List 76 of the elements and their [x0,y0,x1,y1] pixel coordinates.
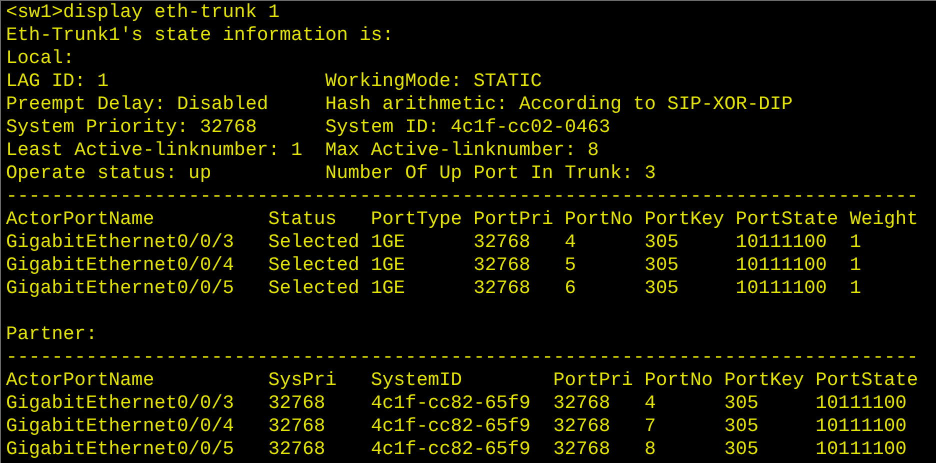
table-cell: 32768 [268,415,326,437]
table-cell: 32768 [553,415,610,437]
table-cell: 4 [564,231,576,253]
column-header: PortPri [473,208,554,230]
info-field: Least Active-linknumber: 1 [6,139,302,161]
info-field: System Priority: 32768 [6,116,257,138]
table-cell: Selected [268,231,360,253]
column-header: PortKey [644,208,724,230]
column-header: ActorPortName [6,369,154,391]
table-cell: 10111100 [815,415,907,437]
table-cell: 305 [644,254,679,276]
table-cell: Selected [268,277,360,299]
column-header: Status [268,208,337,230]
info-field: LAG ID: 1 [6,70,109,92]
section-label: Local: [6,47,74,69]
table-cell: 305 [724,392,758,414]
table-cell: 305 [644,277,679,299]
table-cell: GigabitEthernet0/0/3 [6,392,234,414]
table-cell: 10111100 [736,254,827,276]
table-cell: 32768 [268,392,326,414]
output-heading: Eth-Trunk1's state information is: [6,24,394,46]
column-header: PortNo [644,369,713,391]
column-header: SysPri [268,369,337,391]
column-header: PortPri [553,369,634,391]
table-cell: 1 [850,231,862,253]
table-cell: 4c1f-cc82-65f9 [370,438,530,460]
table-cell: 1GE [370,277,406,299]
table-cell: 1GE [370,231,406,253]
column-header: PortState [815,369,918,391]
column-header: PortNo [564,208,634,230]
table-cell: 32768 [268,438,326,460]
table-cell: Selected [268,254,360,276]
info-field: Max Active-linknumber: 8 [325,139,599,161]
table-cell: GigabitEthernet0/0/5 [6,277,234,299]
table-cell: GigabitEthernet0/0/4 [6,254,234,276]
table-cell: 8 [644,438,656,460]
table-cell: 32768 [553,438,610,460]
table-cell: 10111100 [736,231,827,253]
table-cell: 32768 [473,231,530,253]
table-cell: 1 [850,254,862,276]
table-cell: GigabitEthernet0/0/5 [6,438,234,460]
table-cell: 4c1f-cc82-65f9 [370,415,530,437]
table-cell: 32768 [473,277,530,299]
table-cell: 10111100 [815,392,907,414]
info-field: Preempt Delay: Disabled [6,93,268,115]
table-cell: 305 [724,415,758,437]
table-cell: 10111100 [815,438,907,460]
command-line: <sw1>display eth-trunk 1 [6,1,280,23]
table-cell: 1GE [370,254,406,276]
separator-line: -------------------------------------------------------------------------------- [6,185,918,207]
info-field: System ID: 4c1f-cc02-0463 [325,116,610,138]
column-header: PortType [370,208,462,230]
table-cell: 32768 [553,392,610,414]
table-cell: 5 [564,254,576,276]
column-header: PortKey [724,369,804,391]
table-cell: 6 [564,277,576,299]
column-header: PortState [736,208,838,230]
table-cell: 32768 [473,254,530,276]
section-label: Partner: [6,323,98,345]
table-cell: 4c1f-cc82-65f9 [370,392,530,414]
table-cell: 305 [724,438,758,460]
table-cell: GigabitEthernet0/0/3 [6,231,234,253]
table-cell: 305 [644,231,679,253]
info-field: WorkingMode: STATIC [325,70,542,92]
column-header: ActorPortName [6,208,154,230]
info-field: Number Of Up Port In Trunk: 3 [325,162,656,184]
table-cell: 4 [644,392,656,414]
column-header: Weight [850,208,918,230]
table-cell: 10111100 [736,277,827,299]
info-field: Operate status: up [6,162,212,184]
separator-line: -------------------------------------------------------------------------------- [6,346,918,368]
table-cell: 7 [644,415,656,437]
column-header: SystemID [370,369,462,391]
table-cell: GigabitEthernet0/0/4 [6,415,234,437]
table-cell: 1 [850,277,862,299]
info-field: Hash arithmetic: According to SIP-XOR-DIP [325,93,793,115]
